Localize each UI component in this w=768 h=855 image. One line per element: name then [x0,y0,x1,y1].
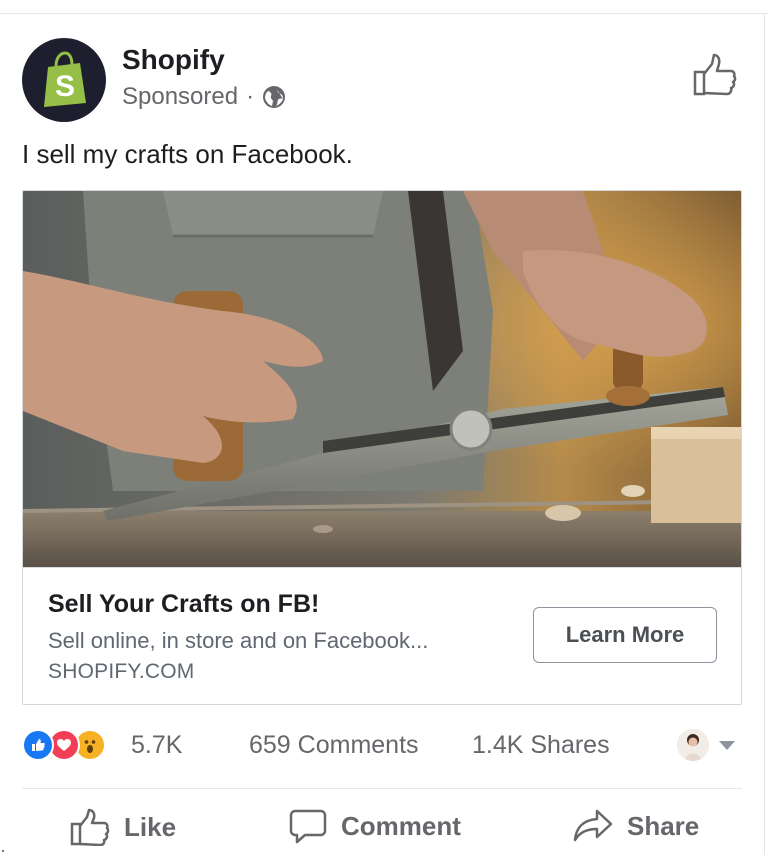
sponsored-label[interactable]: Sponsored [122,83,238,111]
ad-headline[interactable]: Sell Your Crafts on FB! [48,590,319,619]
comments-count[interactable]: 659 Comments [249,731,419,760]
post-meta: Sponsored · [122,83,286,111]
share-label: Share [627,810,700,841]
shopify-avatar[interactable]: S [22,38,106,122]
reaction-count[interactable]: 5.7K [131,731,182,760]
ad-description: Sell online, in store and on Facebook... [48,628,429,653]
reaction-icons[interactable] [22,729,106,761]
like-label: Like [124,811,177,842]
ad-domain: SHOPIFY.COM [48,660,195,683]
share-arrow-icon [573,809,613,842]
comment-label: Comment [341,810,461,841]
ad-card[interactable]: Sell Your Crafts on FB! Sell online, in … [22,190,742,705]
learn-more-button[interactable]: Learn More [533,607,717,663]
ad-image-woodworking[interactable] [23,191,741,567]
comment-button[interactable]: Comment [289,808,461,844]
comment-bubble-icon [289,809,327,844]
chevron-down-icon[interactable] [719,741,735,750]
ad-link-footer[interactable]: Sell Your Crafts on FB! Sell online, in … [23,567,741,704]
viewer-avatar[interactable] [677,729,709,761]
svg-text:S: S [55,70,75,103]
corner-mark [2,850,4,852]
shares-count[interactable]: 1.4K Shares [472,731,610,760]
top-divider [0,13,768,14]
actions-divider [22,788,742,789]
like-reaction-icon [22,729,54,761]
post-text: I sell my crafts on Facebook. [22,139,353,169]
meta-separator: · [246,83,255,110]
thumbs-up-icon [70,808,110,846]
share-button[interactable]: Share [573,808,699,844]
shopify-bag-icon: S [44,51,86,107]
globe-icon[interactable] [262,85,286,109]
right-border [764,13,765,855]
page-name[interactable]: Shopify [122,44,225,76]
page-like-icon[interactable] [692,52,738,98]
like-button[interactable]: Like [70,808,176,846]
